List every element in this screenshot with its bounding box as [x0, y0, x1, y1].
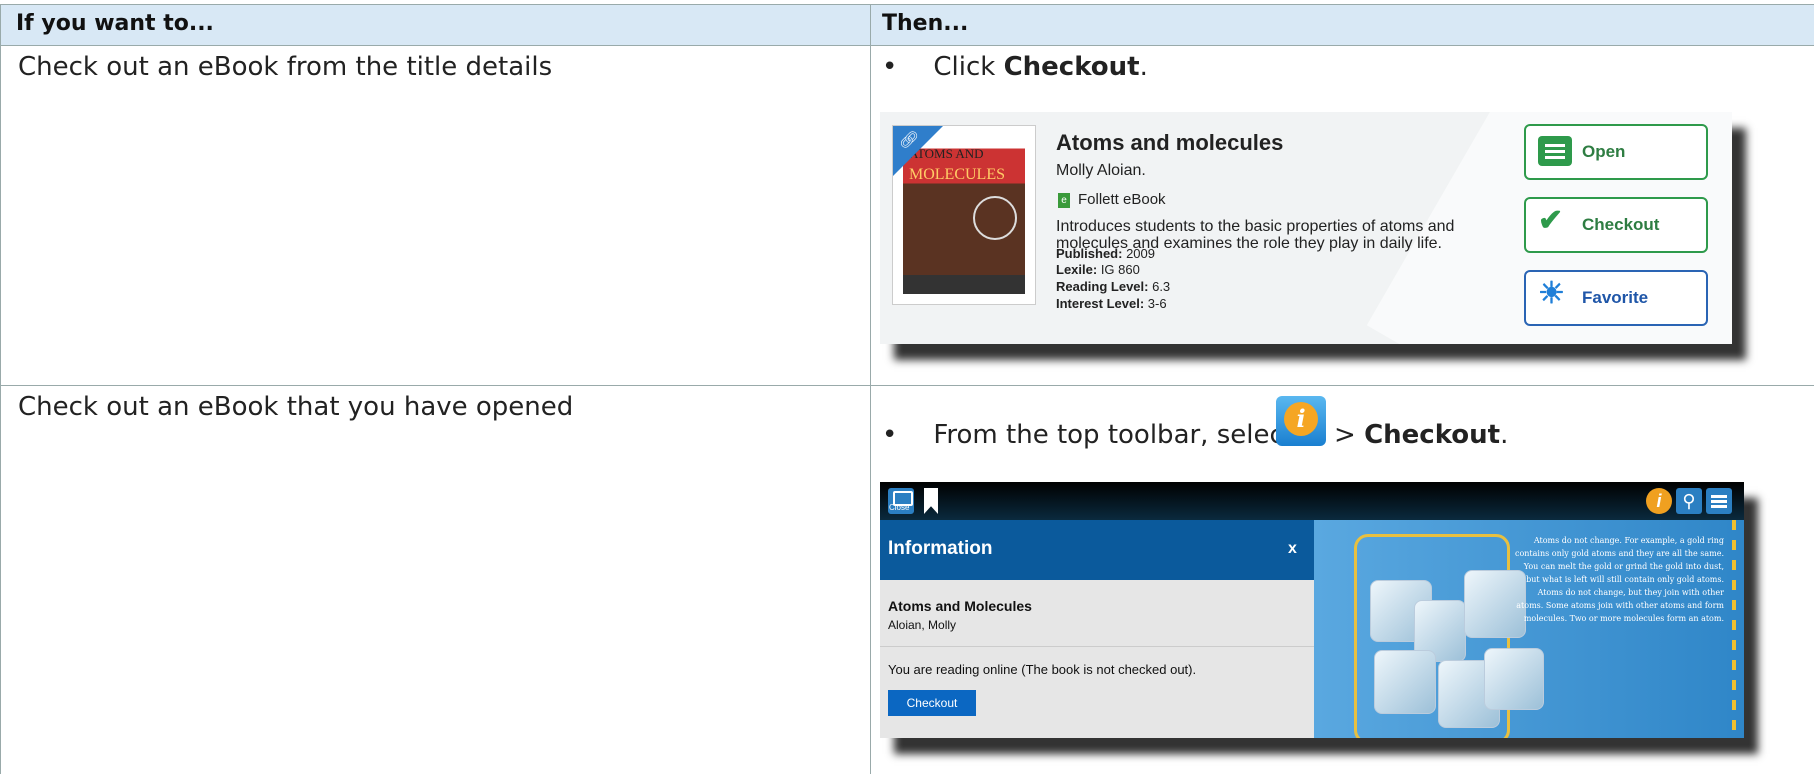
- interest-level-label: Interest Level:: [1056, 296, 1145, 311]
- reader-toolbar: Close i ⚲: [880, 482, 1744, 520]
- bullet-char: •: [882, 52, 898, 82]
- ebook-icon: e: [1058, 193, 1070, 208]
- information-panel: Information x Atoms and Molecules Aloian…: [880, 520, 1314, 738]
- bookmark-icon[interactable]: [918, 488, 944, 514]
- checkout-button-label: Checkout: [1582, 215, 1660, 234]
- row2-want: Check out an eBook that you have opened: [18, 392, 574, 422]
- search-icon[interactable]: ⚲: [1676, 488, 1702, 514]
- row1-want: Check out an eBook from the title detail…: [18, 52, 553, 82]
- information-title: Information: [888, 538, 993, 559]
- reader-book-title: Atoms and Molecules: [888, 598, 1032, 614]
- title-details-screenshot: ATOMS AND MOLECULES 🔗︎ Atoms and molecul…: [880, 112, 1732, 344]
- row2-step-suffix: .: [1500, 420, 1509, 450]
- sun-icon: ☀: [1538, 277, 1565, 310]
- reader-book-author: Aloian, Molly: [888, 618, 957, 632]
- lexile-label: Lexile:: [1056, 262, 1098, 277]
- information-header: Information x: [880, 520, 1314, 580]
- published-line: Published: 2009: [1056, 246, 1155, 261]
- checkmark-icon: ✔: [1538, 204, 1564, 237]
- interest-level-line: Interest Level: 3-6: [1056, 296, 1167, 311]
- table-row-divider: [0, 385, 1814, 386]
- favorite-button[interactable]: ☀ Favorite: [1524, 270, 1708, 326]
- close-label: Close: [889, 503, 910, 512]
- table-left-border: [0, 4, 1, 774]
- lexile-value: IG 860: [1100, 262, 1140, 277]
- table-header: If you want to... Then...: [0, 4, 1814, 46]
- favorite-button-label: Favorite: [1582, 288, 1649, 307]
- ice-cube-image: [1484, 648, 1544, 710]
- reading-level-label: Reading Level:: [1056, 279, 1149, 294]
- reading-level-value: 6.3: [1152, 279, 1171, 294]
- interest-level-value: 3-6: [1147, 296, 1167, 311]
- reading-level-line: Reading Level: 6.3: [1056, 279, 1170, 294]
- book-format: Follett eBook: [1078, 191, 1166, 208]
- row2-step-prefix: From the top toolbar, select: [933, 420, 1294, 450]
- open-button-label: Open: [1582, 142, 1626, 161]
- link-icon: 🔗︎: [899, 132, 920, 149]
- close-icon[interactable]: x: [1288, 540, 1297, 558]
- ice-cube-image: [1374, 650, 1436, 714]
- book-author: Molly Aloian.: [1056, 162, 1146, 179]
- row2-step-mid: >: [1334, 420, 1365, 450]
- book-cover-frame[interactable]: ATOMS AND MOLECULES 🔗︎: [892, 125, 1036, 305]
- published-value: 2009: [1126, 246, 1155, 261]
- divider: [880, 646, 1314, 647]
- bullet-char-2: •: [882, 420, 898, 450]
- book-page: Atoms do not change. For example, a gold…: [1314, 520, 1744, 738]
- lexile-line: Lexile: IG 860: [1056, 262, 1140, 277]
- row2-step-bold: Checkout: [1364, 420, 1501, 450]
- row1-bullet: • Click Checkout.: [882, 52, 1148, 82]
- info-icon: i: [1276, 396, 1326, 446]
- molecule-graphic: [973, 196, 1017, 240]
- row2-step-tail: > Checkout.: [1334, 420, 1508, 450]
- ebook-reader-screenshot: Close i ⚲ Information x Atoms and Molecu…: [880, 482, 1744, 738]
- row2-bullet: • From the top toolbar, select: [882, 420, 1294, 450]
- info-icon[interactable]: i: [1646, 488, 1672, 514]
- checkout-button[interactable]: ✔ Checkout: [1524, 197, 1708, 253]
- header-col1: If you want to...: [16, 11, 214, 36]
- page-edge-marker: [1732, 520, 1736, 738]
- row1-step-suffix: .: [1139, 52, 1148, 82]
- menu-icon[interactable]: [1706, 488, 1732, 514]
- row1-step-bold: Checkout: [1003, 52, 1140, 82]
- reader-checkout-button[interactable]: Checkout: [888, 690, 976, 716]
- reading-status: You are reading online (The book is not …: [888, 662, 1197, 677]
- open-button[interactable]: Open: [1524, 124, 1708, 180]
- header-col2: Then...: [882, 11, 969, 36]
- row1-step-prefix: Click: [933, 52, 1004, 82]
- page-text: Atoms do not change. For example, a gold…: [1514, 536, 1724, 623]
- book-title[interactable]: Atoms and molecules: [1056, 130, 1283, 156]
- published-label: Published:: [1056, 246, 1123, 261]
- list-icon: [1538, 136, 1572, 166]
- table-column-divider: [870, 4, 871, 774]
- book-icon[interactable]: Close: [888, 488, 914, 514]
